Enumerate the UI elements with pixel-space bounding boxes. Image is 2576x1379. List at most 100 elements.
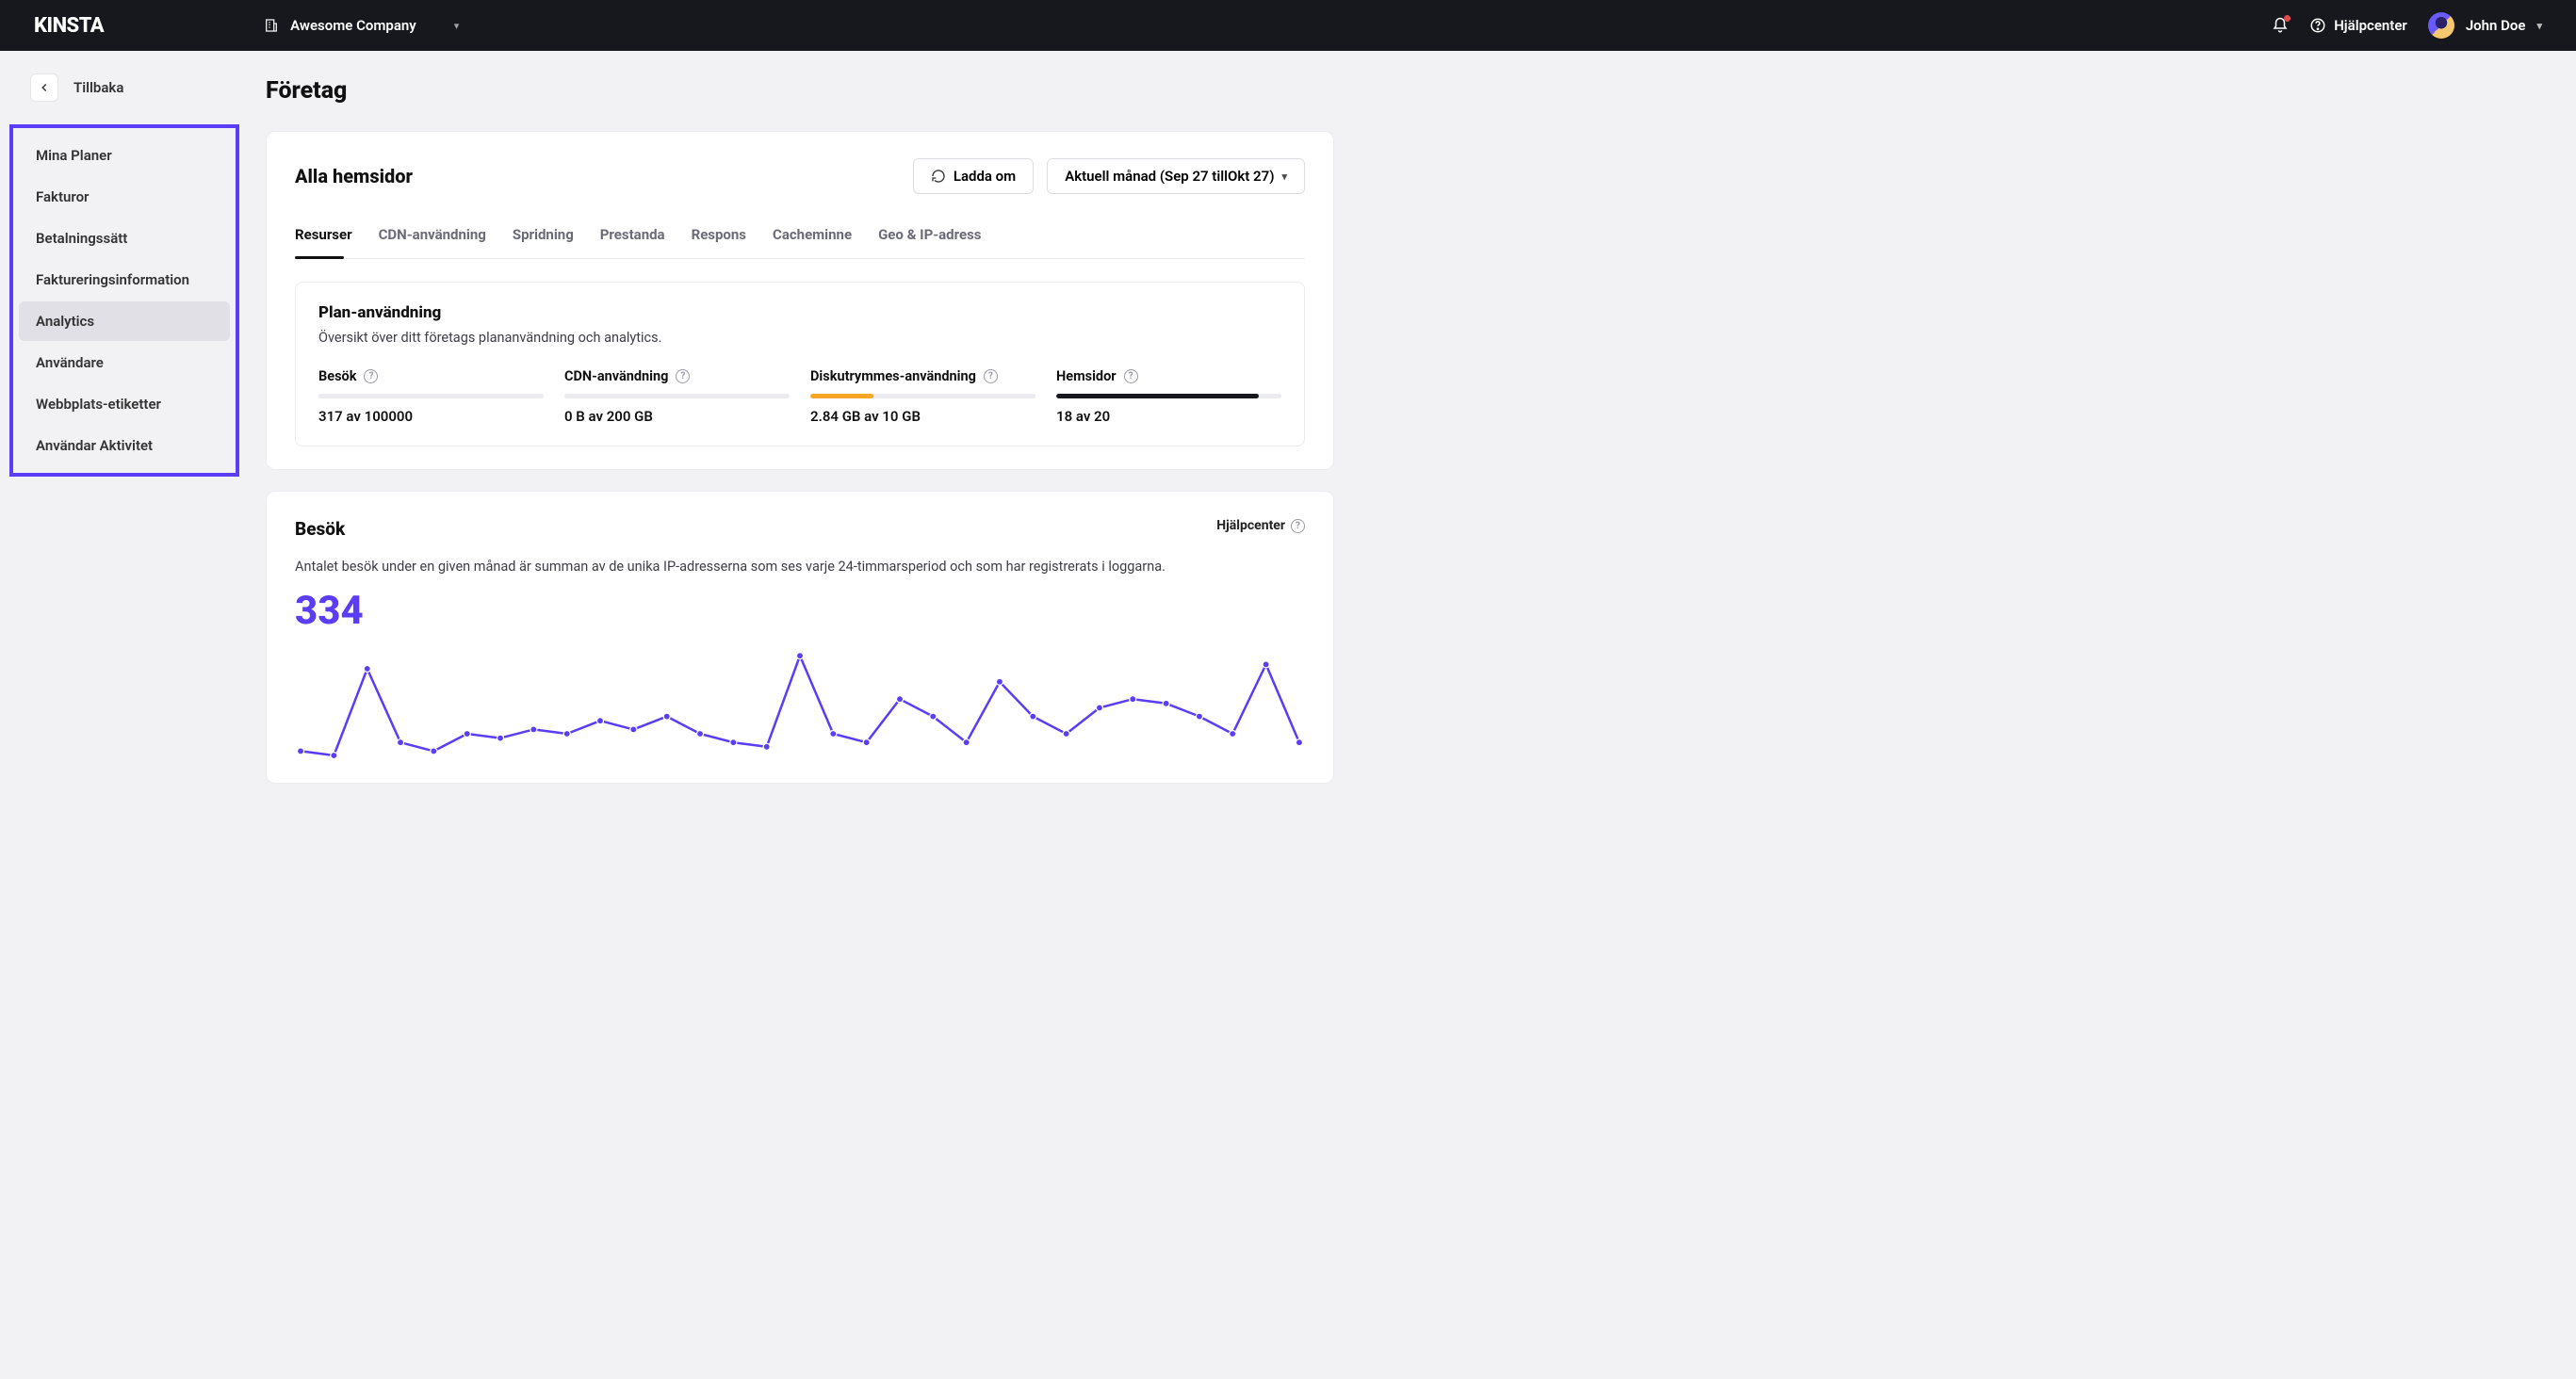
chart-point xyxy=(497,735,504,741)
chart-point xyxy=(596,718,603,724)
logo: KINSTA xyxy=(34,14,104,38)
chart-point xyxy=(996,678,1003,685)
chart-point xyxy=(796,653,803,659)
help-icon: ? xyxy=(1291,519,1305,533)
help-icon xyxy=(2309,17,2326,34)
company-switcher[interactable]: Awesome Company ▾ xyxy=(264,17,459,34)
back-button[interactable] xyxy=(30,73,58,102)
metric-label: Besök xyxy=(318,368,356,384)
visits-help-link[interactable]: Hjälpcenter ? xyxy=(1216,518,1305,533)
chart-point xyxy=(1230,731,1236,738)
chevron-down-icon: ▾ xyxy=(2536,20,2542,32)
tab-prestanda[interactable]: Prestanda xyxy=(600,219,665,258)
help-icon[interactable]: ? xyxy=(364,369,378,383)
period-selector[interactable]: Aktuell månad (Sep 27 tillOkt 27) ▾ xyxy=(1047,158,1305,194)
visits-title: Besök xyxy=(295,518,345,540)
metric-label: Hemsidor xyxy=(1056,368,1117,384)
chart-point xyxy=(896,696,903,703)
notifications-button[interactable] xyxy=(2272,17,2289,34)
sidebar-item-analytics[interactable]: Analytics xyxy=(19,301,230,341)
sidebar-item-fakturor[interactable]: Fakturor xyxy=(19,177,230,217)
tab-resurser[interactable]: Resurser xyxy=(295,219,352,258)
visits-desc: Antalet besök under en given månad är su… xyxy=(295,559,1305,575)
tabs: Resurser CDN-användning Spridning Prestanda… xyxy=(295,219,1305,259)
chart-point xyxy=(331,753,337,759)
visits-chart xyxy=(295,641,1305,783)
metric-hemsidor: Hemsidor? 18 av 20 xyxy=(1056,368,1281,425)
visits-total: 334 xyxy=(295,588,1305,634)
chart-point xyxy=(1130,696,1136,703)
metric-value: 0 B av 200 GB xyxy=(564,408,790,425)
chart-point xyxy=(1063,731,1069,738)
all-sites-card: Alla hemsidor Ladda om Aktuell månad (Se… xyxy=(266,131,1334,470)
main-content: Företag Alla hemsidor Ladda om Aktuell m… xyxy=(249,51,1398,804)
tab-geo-ip-adress[interactable]: Geo & IP-adress xyxy=(878,219,981,258)
sidebar-item-användar-aktivitet[interactable]: Användar Aktivitet xyxy=(19,426,230,465)
user-name: John Doe xyxy=(2466,17,2526,34)
help-center-link[interactable]: Hjälpcenter xyxy=(2309,17,2407,34)
arrow-left-icon xyxy=(38,81,51,94)
chart-point xyxy=(630,726,637,733)
topbar: KINSTA Awesome Company ▾ Hjälpcenter Joh… xyxy=(0,0,2576,51)
company-name: Awesome Company xyxy=(290,17,416,34)
chart-line xyxy=(301,656,1299,755)
tab-cacheminne[interactable]: Cacheminne xyxy=(773,219,852,258)
metric-cdn-anv-ndning: CDN-användning? 0 B av 200 GB xyxy=(564,368,790,425)
building-icon xyxy=(264,18,279,33)
sidebar-item-webbplats-etiketter[interactable]: Webbplats-etiketter xyxy=(19,384,230,424)
sidebar-item-användare[interactable]: Användare xyxy=(19,343,230,382)
tab-spridning[interactable]: Spridning xyxy=(513,219,574,258)
metric-value: 317 av 100000 xyxy=(318,408,544,425)
reload-label: Ladda om xyxy=(954,168,1016,185)
chart-point xyxy=(1296,739,1302,746)
metric-bar xyxy=(564,394,790,398)
chart-point xyxy=(398,739,404,746)
chart-point xyxy=(1163,700,1169,706)
sidebar-nav: Mina PlanerFakturorBetalningssättFakture… xyxy=(9,124,239,477)
tab-cdn-anv-ndning[interactable]: CDN-användning xyxy=(379,219,486,258)
tab-respons[interactable]: Respons xyxy=(692,219,746,258)
chevron-down-icon: ▾ xyxy=(1281,170,1287,183)
visits-card: Besök Hjälpcenter ? Antalet besök under … xyxy=(266,491,1334,784)
chart-point xyxy=(696,731,703,738)
chart-point xyxy=(530,726,537,733)
chart-point xyxy=(298,748,304,754)
sidebar-item-faktureringsinformation[interactable]: Faktureringsinformation xyxy=(19,260,230,300)
period-label: Aktuell månad (Sep 27 tillOkt 27) xyxy=(1065,168,1274,185)
chart-point xyxy=(1030,713,1036,720)
metric-bar xyxy=(318,394,544,398)
back-label: Tillbaka xyxy=(73,79,123,96)
chart-point xyxy=(963,739,970,746)
help-icon[interactable]: ? xyxy=(676,369,690,383)
plan-usage-metrics: Besök? 317 av 100000 CDN-användning? 0 B av… xyxy=(318,368,1281,425)
page-title: Företag xyxy=(266,77,1334,105)
sidebar: Tillbaka Mina PlanerFakturorBetalningssä… xyxy=(0,51,249,804)
chart-point xyxy=(930,713,937,720)
chart-point xyxy=(464,731,470,738)
metric-bar xyxy=(1056,394,1281,398)
notification-dot xyxy=(2284,15,2291,22)
chart-point xyxy=(1096,705,1102,711)
avatar xyxy=(2428,12,2454,39)
sidebar-item-mina-planer[interactable]: Mina Planer xyxy=(19,136,230,175)
user-menu[interactable]: John Doe ▾ xyxy=(2428,12,2542,39)
plan-usage-card: Plan-användning Översikt över ditt föret… xyxy=(295,282,1305,446)
metric-bar xyxy=(810,394,1035,398)
help-center-label: Hjälpcenter xyxy=(2334,17,2407,34)
all-sites-title: Alla hemsidor xyxy=(295,165,413,187)
metric-label: Diskutrymmes-användning xyxy=(810,368,976,384)
sidebar-item-betalningssätt[interactable]: Betalningssätt xyxy=(19,219,230,258)
chart-point xyxy=(1196,713,1202,720)
chart-point xyxy=(1263,661,1269,668)
chevron-down-icon: ▾ xyxy=(454,20,460,32)
chart-point xyxy=(663,713,670,720)
chart-point xyxy=(763,743,770,750)
metric-value: 18 av 20 xyxy=(1056,408,1281,425)
visits-help-label: Hjälpcenter xyxy=(1216,518,1285,533)
chart-point xyxy=(364,666,370,673)
metric-label: CDN-användning xyxy=(564,368,668,384)
help-icon[interactable]: ? xyxy=(1124,369,1138,383)
help-icon[interactable]: ? xyxy=(984,369,998,383)
reload-button[interactable]: Ladda om xyxy=(913,158,1034,194)
metric-diskutrymmes-anv-ndning: Diskutrymmes-användning?2.84 GB av 10 GB xyxy=(810,368,1035,425)
